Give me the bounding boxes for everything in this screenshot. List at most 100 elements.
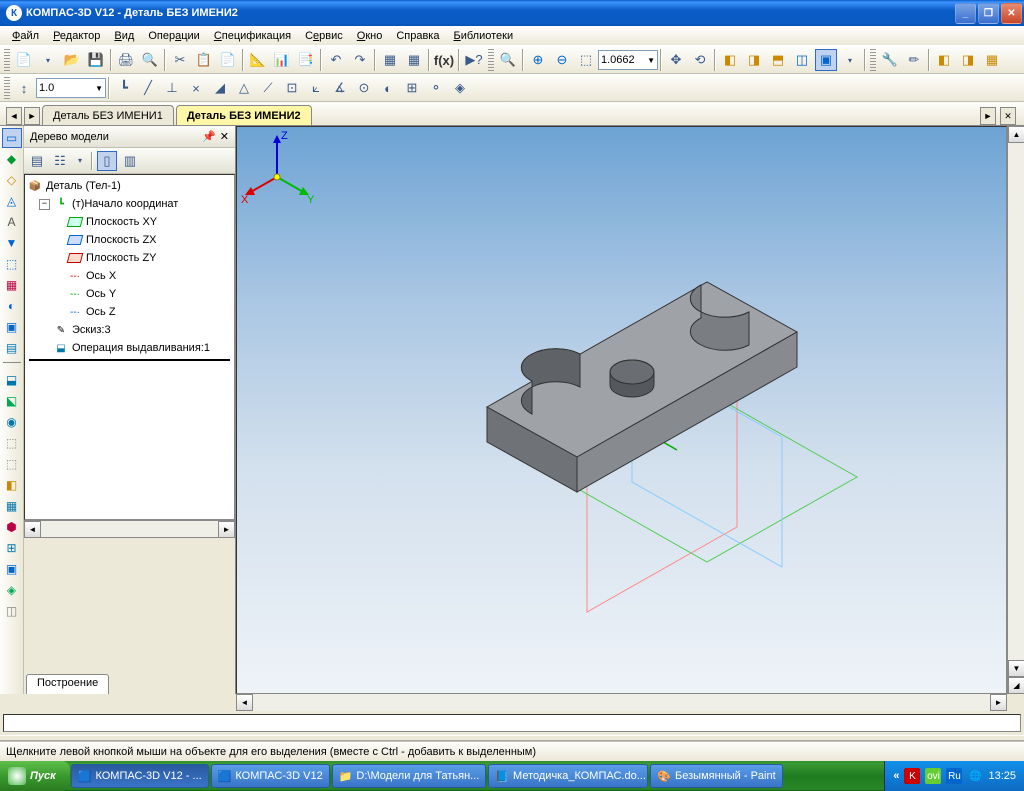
scale-combo[interactable]: 1.0▼ (36, 78, 106, 98)
zoom-combo[interactable]: 1.0662▼ (598, 50, 658, 70)
view-c[interactable]: ◫ (791, 49, 813, 71)
open-button[interactable]: 📂 (61, 49, 83, 71)
menu-edit[interactable]: Редактор (47, 28, 106, 44)
pan-button[interactable]: ✥ (665, 49, 687, 71)
paste-button[interactable]: 📄 (217, 49, 239, 71)
viewport-vscrollbar[interactable]: ▲▼ ◢ (1007, 126, 1024, 694)
tab-prev-button[interactable]: ◄ (6, 107, 22, 125)
rotate-button[interactable]: ⟲ (689, 49, 711, 71)
zoom-window-button[interactable]: ⬚ (575, 49, 597, 71)
tb2-8[interactable]: ⊡ (281, 77, 303, 99)
doc-tab-2[interactable]: Деталь БЕЗ ИМЕНИ2 (176, 105, 312, 125)
tt-dd[interactable]: ▾ (73, 151, 87, 171)
view-d[interactable]: ▾ (839, 49, 861, 71)
grip-icon[interactable] (4, 77, 10, 99)
view-b[interactable]: ⬒ (767, 49, 789, 71)
lt-8[interactable]: ◐ (2, 296, 22, 316)
tool-z3[interactable]: ▦ (981, 49, 1003, 71)
hscroll-right[interactable]: ► (990, 694, 1007, 711)
tb2-11[interactable]: ⊙ (353, 77, 375, 99)
tb2-13[interactable]: ⊞ (401, 77, 423, 99)
tree-content[interactable]: 📦Деталь (Тел-1) −┗(т)Начало координат Пл… (24, 174, 235, 520)
grip-icon[interactable] (870, 49, 876, 71)
tb-a[interactable]: 📐 (247, 49, 269, 71)
lt-17[interactable]: ⊞ (2, 538, 22, 558)
menu-view[interactable]: Вид (108, 28, 140, 44)
tray-ovi-icon[interactable]: ovi (925, 768, 941, 784)
view-a[interactable]: ◨ (743, 49, 765, 71)
pin-icon[interactable]: 📌 (202, 130, 216, 143)
tree-tab-build[interactable]: Построение (26, 674, 109, 694)
doc-tab-1[interactable]: Деталь БЕЗ ИМЕНИ1 (42, 105, 174, 125)
tb2-4[interactable]: × (185, 77, 207, 99)
viewport-3d[interactable]: Z X Y (236, 126, 1007, 694)
lt-16[interactable]: ⬢ (2, 517, 22, 537)
tab-close-button[interactable]: ✕ (1000, 107, 1016, 125)
view-shaded-button[interactable]: ▣ (815, 49, 837, 71)
tt-1[interactable]: ▤ (27, 151, 47, 171)
tb-e[interactable]: ▦ (403, 49, 425, 71)
lt-20[interactable]: ◫ (2, 601, 22, 621)
lt-14[interactable]: ◧ (2, 475, 22, 495)
tb-fx[interactable]: f(x) (433, 49, 455, 71)
tb2-a[interactable]: ↕ (13, 77, 35, 99)
menu-help[interactable]: Справка (390, 28, 445, 44)
print-button[interactable]: 🖨 (115, 49, 137, 71)
menu-libraries[interactable]: Библиотеки (447, 28, 519, 44)
collapse-icon[interactable]: − (39, 199, 50, 210)
lt-4[interactable]: А (2, 212, 22, 232)
tool-y[interactable]: ✏ (903, 49, 925, 71)
tb2-10[interactable]: ∡ (329, 77, 351, 99)
lt-18[interactable]: ▣ (2, 559, 22, 579)
minimize-button[interactable]: _ (955, 3, 976, 24)
tray-av-icon[interactable]: K (904, 768, 920, 784)
lt-12[interactable]: ⬚ (2, 433, 22, 453)
menu-spec[interactable]: Спецификация (208, 28, 297, 44)
grip-icon[interactable] (4, 49, 10, 71)
tb2-7[interactable]: ⟋ (257, 77, 279, 99)
lt-11[interactable]: ◉ (2, 412, 22, 432)
start-button[interactable]: Пуск (0, 761, 70, 791)
lt-13[interactable]: ⬚ (2, 454, 22, 474)
command-input[interactable] (3, 714, 1021, 732)
tb-c[interactable]: 📑 (295, 49, 317, 71)
lt-10[interactable]: ▤ (2, 338, 22, 358)
new-button[interactable]: 📄 (13, 49, 35, 71)
help-cursor[interactable]: ▶? (463, 49, 485, 71)
lt-1[interactable]: ◆ (2, 149, 22, 169)
lt-cut[interactable]: ⬕ (2, 391, 22, 411)
restore-button[interactable]: ❐ (978, 3, 999, 24)
tool-x[interactable]: 🔧 (879, 49, 901, 71)
lt-15[interactable]: ▦ (2, 496, 22, 516)
tt-2[interactable]: ☷ (50, 151, 70, 171)
undo-button[interactable]: ↶ (325, 49, 347, 71)
tb-b[interactable]: 📊 (271, 49, 293, 71)
hscroll-left[interactable]: ◄ (236, 694, 253, 711)
menu-window[interactable]: Окно (351, 28, 389, 44)
tab-next-button[interactable]: ► (24, 107, 40, 125)
tb2-9[interactable]: ⟀ (305, 77, 327, 99)
lt-3[interactable]: ◬ (2, 191, 22, 211)
tray-net-icon[interactable]: 🌐 (967, 768, 983, 784)
zoom-in-button[interactable]: ⊕ (527, 49, 549, 71)
copy-button[interactable]: 📋 (193, 49, 215, 71)
tab-scroll-right[interactable]: ► (980, 107, 996, 125)
tb2-15[interactable]: ◈ (449, 77, 471, 99)
menu-operations[interactable]: Операции (142, 28, 205, 44)
tree-hscrollbar[interactable]: ◄► (24, 520, 235, 537)
tt-4[interactable]: ▥ (120, 151, 140, 171)
save-button[interactable]: 💾 (85, 49, 107, 71)
redo-button[interactable]: ↷ (349, 49, 371, 71)
tb2-12[interactable]: ◐ (377, 77, 399, 99)
close-button[interactable]: ✕ (1001, 3, 1022, 24)
lt-2[interactable]: ◇ (2, 170, 22, 190)
tb2-14[interactable]: ⚬ (425, 77, 447, 99)
menu-service[interactable]: Сервис (299, 28, 349, 44)
lt-7[interactable]: ▦ (2, 275, 22, 295)
tray-clock[interactable]: 13:25 (988, 770, 1016, 782)
tool-z1[interactable]: ◧ (933, 49, 955, 71)
tb2-5[interactable]: ◢ (209, 77, 231, 99)
cut-button[interactable]: ✂ (169, 49, 191, 71)
tray-lang-icon[interactable]: Ru (946, 768, 962, 784)
grip-icon[interactable] (488, 49, 494, 71)
